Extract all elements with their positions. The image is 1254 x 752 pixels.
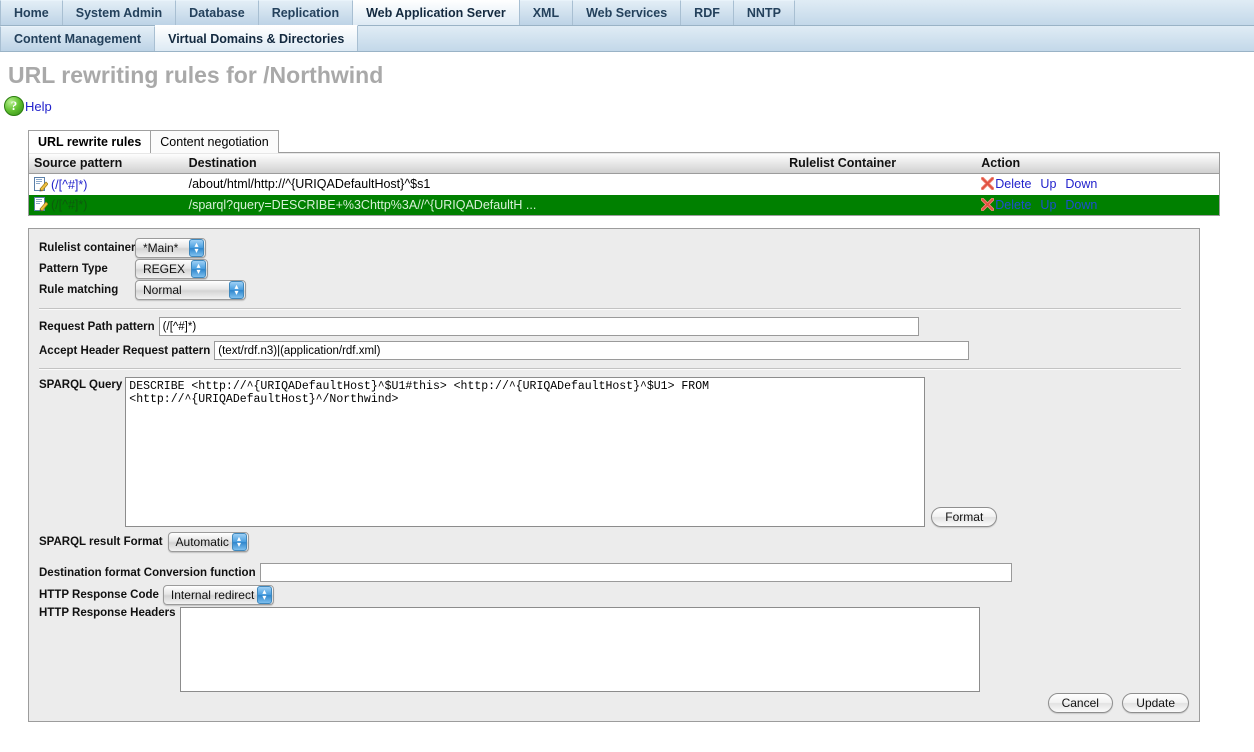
sparql-result-format-select[interactable]: Automatic ▴ ▾ <box>167 532 249 552</box>
nav-tab-web-services[interactable]: Web Services <box>573 0 682 25</box>
format-button[interactable]: Format <box>931 507 998 527</box>
destination-conversion-input[interactable] <box>259 563 1012 582</box>
sparql-query-row: SPARQL Query DESCRIBE <http://^{URIQADef… <box>39 377 1189 527</box>
nav-tab-home[interactable]: Home <box>0 0 63 25</box>
http-response-headers-row: HTTP Response Headers <box>39 607 1189 692</box>
cell-source-pattern: (/[^#]*) <box>29 174 184 195</box>
sparql-result-format-row: SPARQL result Format Automatic ▴ ▾ <box>39 532 1189 552</box>
cell-action: Delete Up Down <box>976 174 1219 195</box>
destination-conversion-row: Destination format Conversion function <box>39 563 1189 582</box>
cell-action: Delete Up Down <box>976 194 1220 216</box>
nav-tab-content-management[interactable]: Content Management <box>0 26 156 51</box>
delete-link[interactable]: Delete <box>995 177 1031 191</box>
http-response-code-label: HTTP Response Code <box>39 589 159 601</box>
rulelist-container-value: *Main* <box>143 241 179 255</box>
cell-source-pattern: (/[^#]*) <box>28 194 184 216</box>
question-mark-circle-icon: ? <box>4 96 24 116</box>
source-pattern-link[interactable]: (/[^#]*) <box>51 198 87 212</box>
help-bar: ? Help <box>0 89 1254 116</box>
accept-header-pattern-input[interactable] <box>214 341 970 360</box>
rule-matching-value: Normal <box>143 283 182 297</box>
down-link[interactable]: Down <box>1065 198 1097 212</box>
cell-destination: /sparql?query=DESCRIBE+%3Chttp%3A//^{URI… <box>183 194 785 216</box>
pattern-type-select[interactable]: REGEX ▴ ▾ <box>135 259 209 279</box>
nav-tab-replication[interactable]: Replication <box>258 0 354 25</box>
accept-header-pattern-label: Accept Header Request pattern <box>39 344 211 357</box>
edit-rule-icon[interactable] <box>34 176 48 192</box>
nav-tab-rdf[interactable]: RDF <box>681 0 734 25</box>
up-link[interactable]: Up <box>1040 177 1056 191</box>
table-row[interactable]: (/[^#]*) /about/html/http://^{URIQADefaul… <box>29 174 1220 195</box>
down-link[interactable]: Down <box>1065 177 1097 191</box>
column-header-source-pattern: Source pattern <box>28 152 184 174</box>
divider-top <box>39 308 1181 310</box>
nav-tab-system-admin[interactable]: System Admin <box>62 0 177 25</box>
up-link[interactable]: Up <box>1040 198 1056 212</box>
http-response-headers-textarea[interactable] <box>179 607 980 692</box>
pattern-type-value: REGEX <box>143 262 186 276</box>
nav-tab-virtual-domains-directories[interactable]: Virtual Domains & Directories <box>155 25 359 51</box>
chevron-updown-icon: ▴ ▾ <box>191 260 207 278</box>
chevron-updown-icon: ▴ ▾ <box>229 281 244 299</box>
nav-row-primary: Home System Admin Database Replication Web A… <box>0 0 1254 26</box>
cell-rulelist-container <box>784 174 976 195</box>
source-pattern-link[interactable]: (/[^#]*) <box>51 178 87 192</box>
nav-tab-xml[interactable]: XML <box>519 0 574 25</box>
chevron-updown-icon: ▴ ▾ <box>231 533 247 551</box>
accept-header-pattern-row: Accept Header Request pattern <box>39 341 1189 360</box>
delete-link[interactable]: Delete <box>995 198 1031 212</box>
panel-buttons: Cancel Update <box>1042 693 1189 713</box>
main-navigation: Home System Admin Database Replication Web A… <box>0 0 1254 52</box>
request-path-pattern-input[interactable] <box>158 317 919 336</box>
sparql-result-format-label: SPARQL result Format <box>39 536 163 548</box>
inner-tabstrip: URL rewrite rules Content negotiation <box>28 129 1254 153</box>
inner-tabs-wrapper: URL rewrite rules Content negotiation <box>0 129 1254 153</box>
cancel-button[interactable]: Cancel <box>1047 693 1113 713</box>
nav-tab-web-application-server[interactable]: Web Application Server <box>353 0 520 25</box>
pattern-type-row: Pattern Type REGEX ▴ ▾ <box>39 259 1189 279</box>
rulelist-container-select[interactable]: *Main* ▴ ▾ <box>135 238 206 258</box>
nav-filler <box>358 26 1254 51</box>
nav-tab-database[interactable]: Database <box>176 0 259 25</box>
sparql-query-textarea[interactable]: DESCRIBE <http://^{URIQADefaultHost}^$U1… <box>125 377 926 527</box>
sparql-result-format-value: Automatic <box>175 535 229 549</box>
chevron-updown-icon: ▴ ▾ <box>189 239 204 257</box>
divider-middle <box>39 368 1181 370</box>
http-response-headers-label: HTTP Response Headers <box>39 607 176 619</box>
url-rewrite-rules-table: Source pattern Destination Rulelist Cont… <box>28 152 1220 216</box>
request-path-pattern-label: Request Path pattern <box>39 320 155 333</box>
table-row[interactable]: (/[^#]*) /sparql?query=DESCRIBE+%3Chttp%3… <box>28 194 1220 216</box>
column-header-destination: Destination <box>183 152 785 174</box>
tab-content-negotiation[interactable]: Content negotiation <box>150 130 279 153</box>
delete-x-icon[interactable] <box>981 197 995 211</box>
http-response-code-value: Internal redirect <box>170 588 255 602</box>
http-response-code-row: HTTP Response Code Internal redirect ▴ ▾ <box>39 585 1189 605</box>
help-link[interactable]: Help <box>25 99 52 114</box>
column-header-rulelist-container: Rulelist Container <box>784 152 977 174</box>
cell-destination: /about/html/http://^{URIQADefaultHost}^$… <box>188 177 431 192</box>
page-title: URL rewriting rules for /Northwind <box>8 62 384 88</box>
table-header-row: Source pattern Destination Rulelist Cont… <box>28 152 1220 174</box>
update-button[interactable]: Update <box>1122 693 1189 713</box>
nav-row-secondary: Content Management Virtual Domains & Dire… <box>0 25 1254 52</box>
sparql-query-label: SPARQL Query <box>39 379 123 391</box>
nav-filler <box>794 0 1254 25</box>
pattern-type-label: Pattern Type <box>39 263 108 275</box>
request-path-pattern-row: Request Path pattern <box>39 317 1189 336</box>
edit-rule-icon[interactable] <box>34 197 48 212</box>
rule-matching-label: Rule matching <box>39 284 119 296</box>
rulelist-container-row: Rulelist container *Main* ▴ ▾ <box>39 238 1189 258</box>
rulelist-container-label: Rulelist container <box>39 242 136 254</box>
rule-matching-select[interactable]: Normal ▴ ▾ <box>135 280 246 300</box>
nav-tab-nntp[interactable]: NNTP <box>733 0 795 25</box>
rule-matching-row: Rule matching Normal ▴ ▾ <box>39 280 1189 300</box>
column-header-action: Action <box>976 152 1220 174</box>
tab-url-rewrite-rules[interactable]: URL rewrite rules <box>28 130 152 153</box>
destination-conversion-label: Destination format Conversion function <box>39 566 256 579</box>
http-response-code-select[interactable]: Internal redirect ▴ ▾ <box>162 585 274 605</box>
delete-x-icon[interactable] <box>981 177 995 191</box>
rule-detail-panel: Rulelist container *Main* ▴ ▾ Pattern Typ… <box>28 228 1200 722</box>
chevron-updown-icon: ▴ ▾ <box>256 586 272 604</box>
cell-rulelist-container <box>784 194 977 216</box>
